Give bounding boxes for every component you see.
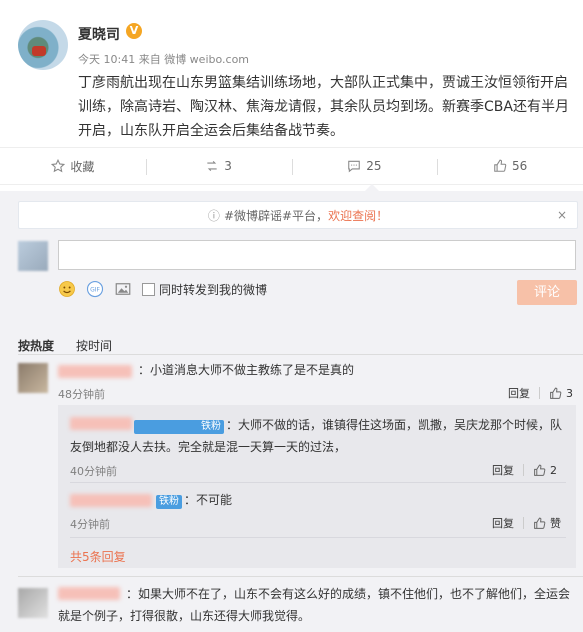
post-meta: 今天 10:41 来自 微博 weibo.com xyxy=(78,53,250,66)
composer-tools: GIF 同时转发到我的微博 xyxy=(58,279,267,299)
reply-author-name[interactable] xyxy=(70,494,152,507)
comment-like-count: 3 xyxy=(566,386,573,400)
gif-icon[interactable]: GIF xyxy=(86,280,104,298)
repost-button[interactable]: 3 xyxy=(145,148,292,184)
comment-button[interactable]: 25 xyxy=(291,148,438,184)
commenter-name[interactable] xyxy=(58,365,132,378)
reply-ops: 回复 赞 xyxy=(492,515,561,531)
close-icon[interactable]: × xyxy=(557,208,567,222)
verified-badge-icon: V xyxy=(126,23,142,39)
more-replies-link[interactable]: 共5条回复 xyxy=(70,548,126,565)
sort-tabs: 按热度 按时间 xyxy=(18,337,134,354)
image-icon[interactable] xyxy=(114,280,132,298)
reply-text-block: 铁粉 ：大师不做的话，谁镇得住这场面，凯撒，吴庆龙那个时候，队友倒地都没人去扶。完… xyxy=(70,414,570,458)
reply-like-count: 赞 xyxy=(550,517,561,530)
reply-text: ：不可能 xyxy=(184,493,233,507)
author-name[interactable]: 夏晓司 xyxy=(78,24,120,44)
post-content: 丁彦雨航出现在山东男篮集结训练场地，大部队正式集中，贾诚王汝恒领衔开启训练，除高… xyxy=(78,75,569,139)
comment-icon xyxy=(348,160,361,173)
commenter-avatar[interactable] xyxy=(18,588,48,618)
divider xyxy=(18,354,583,355)
star-icon xyxy=(51,159,66,173)
thumbs-up-icon xyxy=(494,159,507,172)
divider xyxy=(539,387,540,399)
comment-text: ：如果大师不在了，山东不会有这么好的成绩，镇不住他们，也不了解他们，全运会就是个… xyxy=(58,587,571,623)
comment-ops: 回复 3 xyxy=(508,385,573,401)
fan-badge: 铁粉 xyxy=(156,495,182,509)
reply-like-count: 2 xyxy=(550,463,557,477)
favorite-label: 收藏 xyxy=(70,159,95,174)
reply-time: 40分钟前 xyxy=(70,465,117,478)
fan-badge: 铁粉 xyxy=(134,420,224,434)
reply-button[interactable]: 回复 xyxy=(492,462,514,478)
divider xyxy=(523,464,524,476)
divider xyxy=(70,482,566,483)
comment-pointer xyxy=(365,184,379,191)
reply-time: 4分钟前 xyxy=(70,518,110,531)
info-icon: ⓘ xyxy=(207,208,220,223)
like-button[interactable]: 56 xyxy=(437,148,583,184)
repost-count: 3 xyxy=(224,159,232,173)
svg-text:GIF: GIF xyxy=(90,287,100,294)
tab-sort-time[interactable]: 按时间 xyxy=(76,337,112,354)
thumbs-up-icon[interactable] xyxy=(549,387,562,400)
repost-checkbox[interactable] xyxy=(142,282,155,296)
post-action-bar: 收藏 3 25 56 xyxy=(0,147,583,185)
commenter-avatar[interactable] xyxy=(18,363,48,393)
comment-time: 48分钟前 xyxy=(58,388,105,401)
reply-text-block: 铁粉 ：不可能 xyxy=(156,489,456,511)
reply-button[interactable]: 回复 xyxy=(508,385,530,401)
submit-comment-button[interactable]: 评论 xyxy=(517,280,577,305)
thumbs-up-icon[interactable] xyxy=(533,517,546,530)
emoji-icon[interactable] xyxy=(58,280,76,298)
comment-text: ：小道消息大师不做主教练了是不是真的 xyxy=(138,363,355,377)
current-user-avatar xyxy=(18,241,48,271)
divider xyxy=(70,537,566,538)
divider xyxy=(523,517,524,529)
like-count: 56 xyxy=(511,159,528,173)
author-avatar[interactable] xyxy=(18,20,68,70)
tab-sort-hot[interactable]: 按热度 xyxy=(18,337,54,354)
comment-input[interactable] xyxy=(58,240,576,270)
thumbs-up-icon[interactable] xyxy=(533,464,546,477)
rumor-notice-bar: ⓘ #微博辟谣#平台， 欢迎查阅！ × xyxy=(18,201,578,229)
favorite-button[interactable]: 收藏 xyxy=(0,148,146,184)
rumor-text: #微博辟谣#平台， xyxy=(223,208,329,223)
reply-button[interactable]: 回复 xyxy=(492,515,514,531)
comment-count: 25 xyxy=(366,159,382,173)
repost-checkbox-label: 同时转发到我的微博 xyxy=(159,282,268,297)
repost-icon xyxy=(207,160,217,172)
divider xyxy=(18,576,583,577)
reply-ops: 回复 2 xyxy=(492,462,557,478)
rumor-link[interactable]: 欢迎查阅！ xyxy=(328,207,388,224)
